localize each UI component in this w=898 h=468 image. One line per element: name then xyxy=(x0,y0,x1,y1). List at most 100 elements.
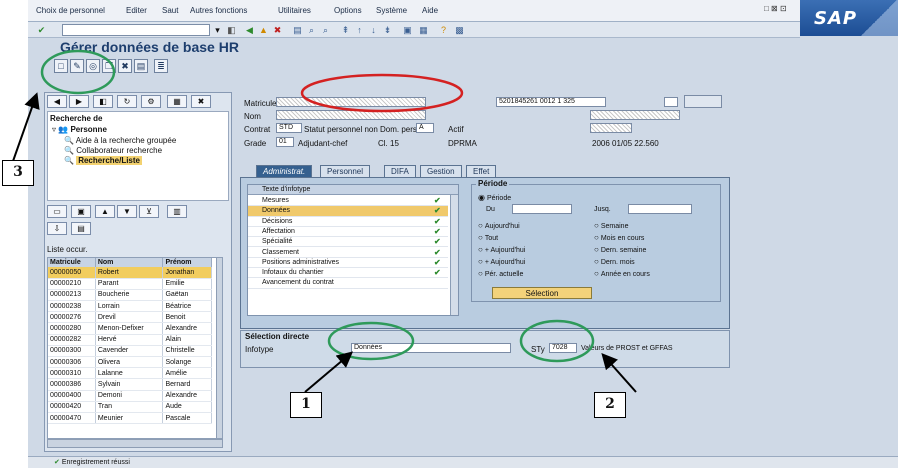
tab-administration[interactable]: Administrat. xyxy=(256,165,313,177)
menu-help[interactable]: Aide xyxy=(422,6,438,15)
settings-icon[interactable]: ⚙ xyxy=(141,95,161,108)
infotype-input[interactable]: Données xyxy=(351,343,511,353)
infotype-row[interactable]: Spécialité ✔ xyxy=(248,237,448,248)
radio-last-month[interactable]: Dern. mois xyxy=(594,257,635,266)
hitlist-horizontal-scrollbar[interactable] xyxy=(47,439,223,448)
list-icon[interactable]: ≣ xyxy=(154,59,168,73)
sort-desc-icon[interactable]: ▼ xyxy=(117,205,137,218)
radio-today[interactable]: Aujourd'hui xyxy=(478,221,520,230)
first-page-icon[interactable]: ⇞ xyxy=(340,25,351,35)
header-buttons[interactable] xyxy=(684,95,722,108)
hide-icon[interactable]: ◧ xyxy=(93,95,113,108)
table-row[interactable]: 00000238 Lorrain Béatrice xyxy=(48,300,212,313)
column-header-name[interactable]: Nom xyxy=(95,258,164,267)
tab-personnel[interactable]: Personnel xyxy=(320,165,371,177)
tab-difa[interactable]: DIFA xyxy=(384,165,416,177)
print-icon[interactable]: ▤ xyxy=(292,25,303,35)
copy-icon[interactable]: ❐ xyxy=(102,59,116,73)
find-next-icon[interactable]: ⌕ xyxy=(320,25,331,35)
tree-delete-icon[interactable]: ✖ xyxy=(191,95,211,108)
menu-utilities[interactable]: Utilitaires xyxy=(278,6,311,15)
tab-gestion[interactable]: Gestion xyxy=(420,165,462,177)
delete-icon[interactable]: ✖ xyxy=(118,59,132,73)
table-row[interactable]: 00000306 Olivera Solange xyxy=(48,356,212,369)
find-icon[interactable]: ⌕ xyxy=(306,25,317,35)
export-icon[interactable]: ⇩ xyxy=(47,222,67,235)
table-row[interactable]: 00000276 Drevil Benoit xyxy=(48,311,212,324)
infotype-row[interactable]: Mesures ✔ xyxy=(248,196,448,207)
tree-item-grouped-search[interactable]: 🔍 Aide à la recherche groupée xyxy=(64,136,176,145)
save-icon[interactable]: ◧ xyxy=(226,25,237,35)
subtype-input[interactable]: 7028 xyxy=(549,343,577,353)
info-field[interactable] xyxy=(664,97,678,107)
infotype-row[interactable]: Classement ✔ xyxy=(248,248,448,258)
table-row[interactable]: 00000470 Meunier Pascale xyxy=(48,412,212,425)
to-date-field[interactable] xyxy=(628,204,692,214)
forward-nav-icon[interactable]: ▶ xyxy=(69,95,89,108)
menu-other-functions[interactable]: Autres fonctions xyxy=(190,6,247,15)
columns-icon[interactable]: ▥ xyxy=(167,205,187,218)
column-header-matricule[interactable]: Matricule xyxy=(48,258,96,267)
window-controls[interactable]: □ ⊠ ⊡ xyxy=(764,4,787,13)
table-row[interactable]: 00000400 Demoni Alexandre xyxy=(48,390,212,402)
menu-personnel[interactable]: Choix de personnel xyxy=(36,6,105,15)
cancel-icon[interactable]: ✖ xyxy=(272,25,283,35)
exit-icon[interactable]: ▲ xyxy=(258,25,269,35)
print-list-icon[interactable]: ▤ xyxy=(71,222,91,235)
table-row[interactable]: 00000050 Robert Jonathan xyxy=(48,267,212,279)
new-session-icon[interactable]: ▣ xyxy=(402,25,413,35)
radio-last-week[interactable]: Dern. semaine xyxy=(594,245,647,254)
sort-asc-icon[interactable]: ▲ xyxy=(95,205,115,218)
last-page-icon[interactable]: ⇟ xyxy=(382,25,393,35)
change-icon[interactable]: ✎ xyxy=(70,59,84,73)
next-page-icon[interactable]: ↓ xyxy=(368,25,379,35)
radio-week[interactable]: Semaine xyxy=(594,221,629,230)
command-field[interactable] xyxy=(62,24,210,36)
menu-options[interactable]: Options xyxy=(334,6,362,15)
help-icon[interactable]: ? xyxy=(438,25,449,35)
infotype-row[interactable]: Positions administratives ✔ xyxy=(248,258,448,269)
infotype-row[interactable]: Décisions ✔ xyxy=(248,217,448,227)
create-icon[interactable]: □ xyxy=(54,59,68,73)
from-date-field[interactable] xyxy=(512,204,572,214)
menu-system[interactable]: Système xyxy=(376,6,407,15)
overview-icon[interactable]: ▤ xyxy=(134,59,148,73)
table-row[interactable]: 00000282 Hervé Alain xyxy=(48,334,212,346)
filter-icon[interactable]: ⊻ xyxy=(139,205,159,218)
radio-from-today[interactable]: + Aujourd'hui xyxy=(478,245,525,254)
radio-all[interactable]: Tout xyxy=(478,233,498,242)
tree-item-search-list[interactable]: 🔍 Recherche/Liste xyxy=(64,156,142,165)
radio-to-today[interactable]: + Aujourd'hui xyxy=(478,257,525,266)
infotype-header[interactable]: Texte d'infotype xyxy=(248,185,458,195)
shortcut-icon[interactable]: ▦ xyxy=(418,25,429,35)
hitlist-vertical-scrollbar[interactable] xyxy=(216,258,222,438)
table-row[interactable]: 00000210 Parant Emilie xyxy=(48,278,212,290)
radio-period[interactable]: Période xyxy=(478,193,511,202)
tree-root[interactable]: ▿ 👥 Personne xyxy=(52,125,107,134)
matricule-field[interactable] xyxy=(276,97,426,107)
infotype-row[interactable]: Affectation ✔ xyxy=(248,227,448,238)
table-row[interactable]: 00000386 Sylvain Bernard xyxy=(48,378,212,391)
radio-current-month[interactable]: Mois en cours xyxy=(594,233,645,242)
tree-options-icon[interactable]: ▦ xyxy=(167,95,187,108)
dropdown-icon[interactable]: ▾ xyxy=(212,25,223,35)
refresh-icon[interactable]: ↻ xyxy=(117,95,137,108)
tree-item-collaborator-search[interactable]: 🔍 Collaborateur recherche xyxy=(64,146,162,155)
table-row[interactable]: 00000420 Tran Aude xyxy=(48,401,212,413)
infotype-row[interactable]: Avancement du contrat xyxy=(248,278,448,289)
column-header-firstname[interactable]: Prénom xyxy=(162,258,212,267)
prev-page-icon[interactable]: ↑ xyxy=(354,25,365,35)
menu-jump[interactable]: Saut xyxy=(162,6,178,15)
table-row[interactable]: 00000300 Cavender Christelle xyxy=(48,345,212,358)
table-row[interactable]: 00000310 Lalanne Amélie xyxy=(48,367,212,380)
tab-effet[interactable]: Effet xyxy=(466,165,497,177)
select-all-icon[interactable]: ▣ xyxy=(71,205,91,218)
radio-current-period[interactable]: Pér. actuelle xyxy=(478,269,524,278)
menu-edit[interactable]: Editer xyxy=(126,6,147,15)
table-row[interactable]: 00000280 Menon-Defixer Alexandre xyxy=(48,322,212,335)
table-row[interactable]: 00000213 Boucherie Gaëtan xyxy=(48,289,212,302)
selection-button[interactable]: Sélection xyxy=(492,287,592,299)
back-nav-icon[interactable]: ◀ xyxy=(47,95,67,108)
infotype-scrollbar[interactable] xyxy=(450,195,458,315)
radio-current-year[interactable]: Année en cours xyxy=(594,269,650,278)
